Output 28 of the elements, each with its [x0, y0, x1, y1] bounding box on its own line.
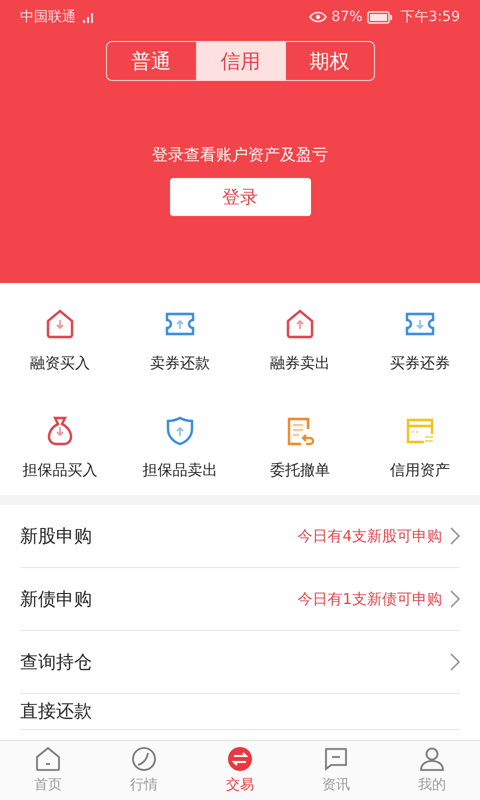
carrier-name: 中国联通: [20, 8, 76, 26]
signal-icon: [80, 11, 96, 23]
row-note: 今日有1支新债可申购: [297, 588, 442, 610]
house-arrow-icon: [284, 308, 316, 340]
row-note: 今日有4支新股可申购: [297, 526, 442, 547]
battery-icon: [366, 10, 393, 24]
eye-icon: [309, 11, 328, 23]
person-icon: [418, 745, 446, 773]
list-row[interactable]: 新债申购 今日有1支新债可申购: [20, 568, 460, 631]
message-icon: [322, 745, 350, 773]
compass-icon: [130, 745, 158, 773]
clock-time: 下午3:59: [400, 8, 460, 26]
segment-tab[interactable]: 期权: [284, 42, 374, 80]
chevron-icon: [450, 527, 460, 545]
nav-tab[interactable]: 交易: [192, 741, 288, 800]
battery-percent: 87%: [331, 8, 363, 26]
list-row[interactable]: 查询持仓: [20, 631, 460, 694]
exchange-icon: [226, 745, 254, 773]
chevron-icon: [450, 590, 460, 608]
list-row[interactable]: 新股申购 今日有4支新股可申购: [20, 505, 460, 568]
shield-arrow-icon: [164, 414, 196, 446]
list-row[interactable]: 直接还款: [20, 694, 460, 730]
segment-tab[interactable]: 普通: [106, 42, 196, 80]
house-arrow-icon: [44, 308, 76, 340]
home-icon: [34, 745, 62, 773]
chevron-icon: [450, 653, 460, 671]
login-button[interactable]: 登录: [170, 178, 310, 216]
login-prompt: 登录查看账户资产及盈亏: [152, 144, 328, 166]
